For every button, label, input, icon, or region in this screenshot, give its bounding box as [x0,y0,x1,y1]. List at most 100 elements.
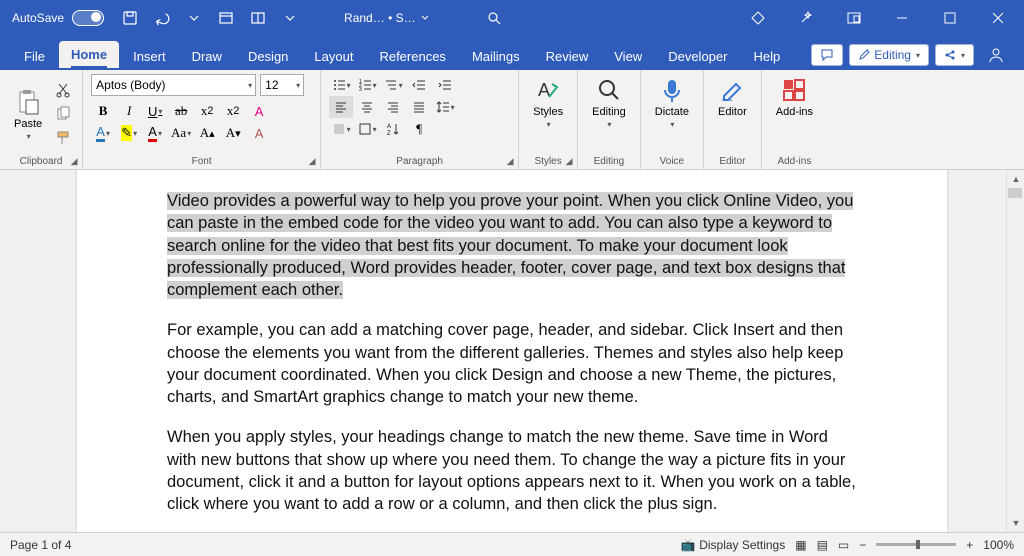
tab-developer[interactable]: Developer [656,43,739,70]
font-color-a-button[interactable]: A▾ [91,122,115,144]
cut-icon[interactable] [52,79,74,101]
zoom-slider[interactable] [876,543,956,546]
font-color-button[interactable]: A▾ [143,122,167,144]
vertical-scrollbar[interactable]: ▲ ▼ [1006,170,1024,532]
tab-home[interactable]: Home [59,41,119,70]
paragraph-launcher[interactable]: ◢ [504,155,516,167]
shading-button[interactable]: ▾ [329,118,353,140]
share-button[interactable]: ▾ [935,44,974,66]
display-settings[interactable]: 📺 Display Settings [681,538,785,552]
borders-button[interactable]: ▾ [355,118,379,140]
comments-button[interactable] [811,44,843,66]
undo-icon[interactable] [148,4,176,32]
font-size-combo[interactable]: ▾ [260,74,304,96]
bullets-button[interactable]: ▾ [329,74,353,96]
scroll-thumb[interactable] [1008,188,1022,198]
autosave-toggle[interactable] [72,10,104,26]
editor-button[interactable]: Editor [712,74,753,120]
align-center-button[interactable] [355,96,379,118]
tab-help[interactable]: Help [741,43,792,70]
grow-font-button[interactable]: A▴ [195,122,219,144]
qat-dropdown-icon[interactable] [276,4,304,32]
sort-button[interactable]: AZ [381,118,405,140]
tab-layout[interactable]: Layout [302,43,365,70]
line-spacing-button[interactable]: ▾ [433,96,457,118]
editing-label2: Editing [586,154,632,167]
dictate-button[interactable]: Dictate▾ [649,74,695,131]
editing-mode-button[interactable]: Editing▾ [849,44,929,66]
scroll-up-icon[interactable]: ▲ [1007,170,1024,188]
underline-button[interactable]: U▾ [143,100,167,122]
show-marks-button[interactable]: ¶ [407,118,431,140]
subscript-button[interactable]: x2 [195,100,219,122]
multilevel-button[interactable]: ▾ [381,74,405,96]
zoom-out-icon[interactable]: − [859,538,866,552]
panel-icon[interactable] [832,0,876,36]
font-launcher[interactable]: ◢ [306,155,318,167]
shrink-font-button[interactable]: A▾ [221,122,245,144]
view-print-icon[interactable]: ▦ [795,538,806,552]
user-icon[interactable] [980,44,1012,66]
maximize-icon[interactable] [928,0,972,36]
addins-button[interactable]: Add-ins [770,74,819,120]
view-web-icon[interactable]: ▭ [838,538,849,552]
justify-button[interactable] [407,96,431,118]
clipboard-label: Clipboard [8,154,74,167]
search-icon[interactable] [480,4,508,32]
clipboard-launcher[interactable]: ◢ [68,155,80,167]
tab-file[interactable]: File [12,43,57,70]
view-read-icon[interactable]: ▤ [817,538,828,552]
superscript-button[interactable]: x2 [221,100,245,122]
format-painter-icon[interactable] [52,127,74,149]
scroll-down-icon[interactable]: ▼ [1007,514,1024,532]
svg-text:A: A [538,80,550,100]
tab-insert[interactable]: Insert [121,43,178,70]
paste-button[interactable]: Paste▾ [8,74,48,154]
document-title[interactable]: Rand… • S… [344,11,430,25]
qat-icon-1[interactable] [212,4,240,32]
close-icon[interactable] [976,0,1020,36]
increase-indent-button[interactable] [433,74,457,96]
paragraph-1[interactable]: Video provides a powerful way to help yo… [167,192,853,299]
paragraph-2[interactable]: For example, you can add a matching cove… [167,319,857,408]
group-voice: Dictate▾ Voice [641,70,704,169]
styles-launcher[interactable]: ◢ [563,155,575,167]
font-size-input[interactable] [261,78,292,92]
decrease-indent-button[interactable] [407,74,431,96]
tab-draw[interactable]: Draw [180,43,234,70]
zoom-level[interactable]: 100% [983,538,1014,552]
change-case-button[interactable]: Aa▾ [169,122,193,144]
italic-button[interactable]: I [117,100,141,122]
qat-icon-2[interactable] [244,4,272,32]
save-icon[interactable] [116,4,144,32]
diamond-icon[interactable] [736,0,780,36]
copy-icon[interactable] [52,103,74,125]
tab-review[interactable]: Review [534,43,601,70]
group-editing: Editing▾ Editing [578,70,641,169]
page[interactable]: Video provides a powerful way to help yo… [77,170,947,532]
minimize-icon[interactable] [880,0,924,36]
zoom-in-icon[interactable]: + [966,538,973,552]
align-right-button[interactable] [381,96,405,118]
align-left-button[interactable] [329,96,353,118]
dictate-label: Dictate [655,106,689,118]
tab-view[interactable]: View [602,43,654,70]
font-name-input[interactable] [92,78,244,92]
tab-design[interactable]: Design [236,43,300,70]
tab-mailings[interactable]: Mailings [460,43,532,70]
clear-format-button[interactable]: A [247,122,271,144]
tab-references[interactable]: References [367,43,457,70]
font-name-combo[interactable]: ▾ [91,74,256,96]
highlight-button[interactable]: ✎▾ [117,122,141,144]
text-effects-button[interactable]: A [247,100,271,122]
undo-dropdown-icon[interactable] [180,4,208,32]
editing-button[interactable]: Editing▾ [586,74,632,131]
paragraph-3[interactable]: When you apply styles, your headings cha… [167,426,857,515]
styles-button[interactable]: AStyles▾ [527,74,569,131]
ribbon: Paste▾ Clipboard ◢ ▾ ▾ B I U▾ ab x2 x2 [0,70,1024,170]
numbering-button[interactable]: 123▾ [355,74,379,96]
wand-icon[interactable] [784,0,828,36]
page-indicator[interactable]: Page 1 of 4 [10,538,71,552]
strike-button[interactable]: ab [169,100,193,122]
bold-button[interactable]: B [91,100,115,122]
